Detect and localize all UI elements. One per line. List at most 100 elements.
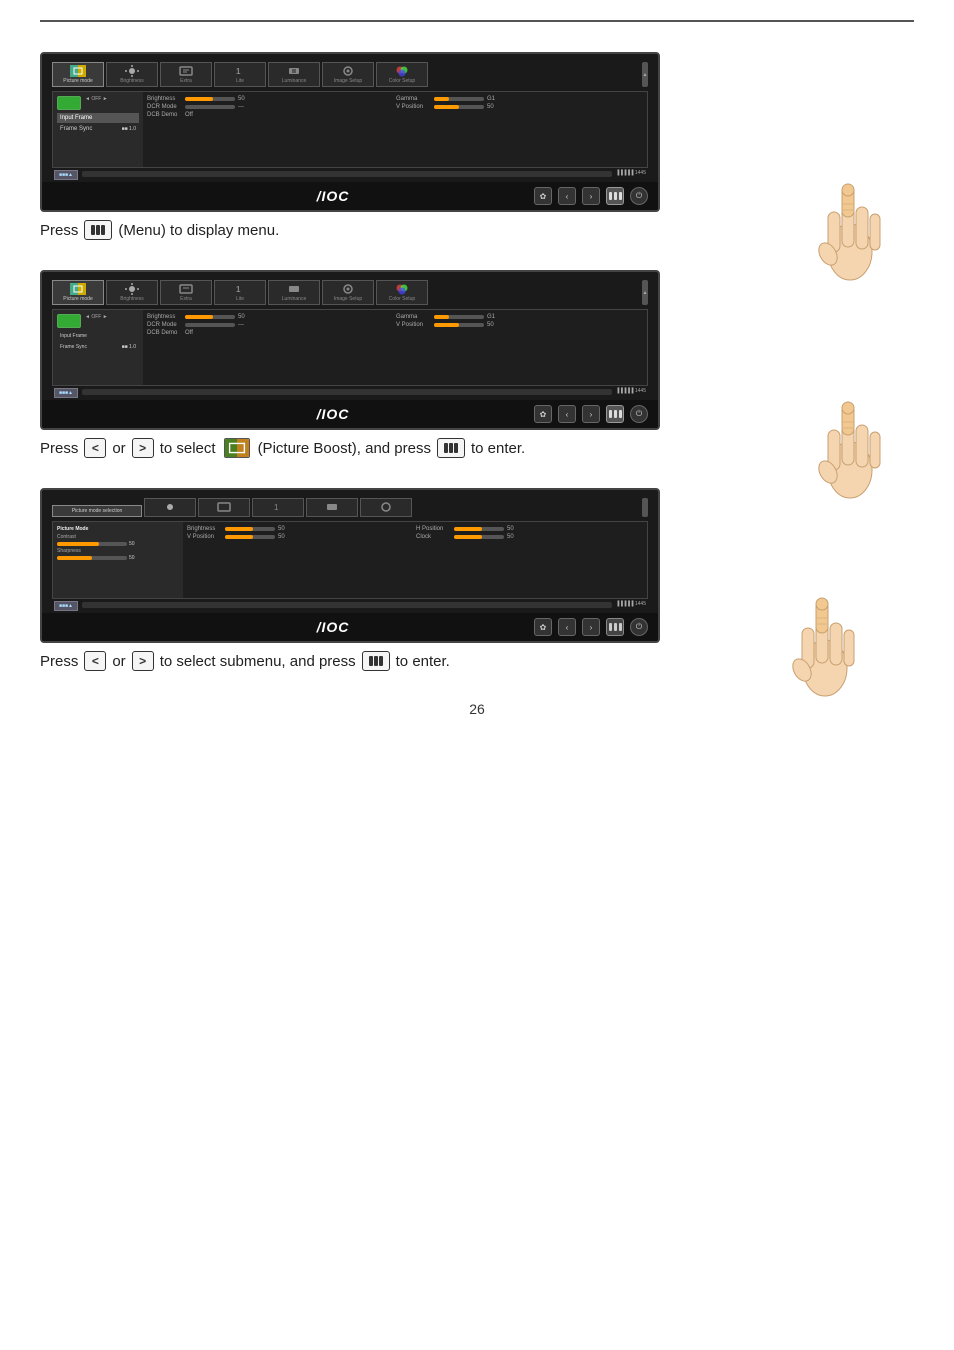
osd-tab2-extra: Extra	[160, 280, 212, 305]
osd-tab-image-setup: Image Setup	[322, 62, 374, 87]
monitor-screen-2: Picture mode Brightness Extra	[40, 270, 660, 430]
osd-tab-brightness: Brightness	[106, 62, 158, 87]
btn3-menu	[606, 618, 624, 636]
monitor-bottom-bar-2: /IOC ✿ ‹ › ⏻	[42, 400, 658, 428]
color-setup-tab-icon	[394, 65, 410, 77]
osd-tabs-2: Picture mode Brightness Extra	[52, 280, 648, 305]
osd-tab3-e	[306, 498, 358, 517]
osd-tab2-brightness: Brightness	[106, 280, 158, 305]
osd-tab3-b	[144, 498, 196, 517]
osd-left-input-frame: Input Frame	[57, 113, 139, 123]
osd-tab3-picture-mode: Picture mode selection	[52, 505, 142, 517]
monitor-wrapper-2: Picture mode Brightness Extra	[40, 270, 920, 430]
osd-left-panel-1: ◄ OFF ► Input Frame Frame Sync ■■ 1.0	[53, 92, 143, 167]
btn2-menu	[606, 405, 624, 423]
inst2-picture-boost-label: (Picture Boost), and press	[258, 440, 431, 457]
monitor-buttons-2: ✿ ‹ › ⏻	[534, 405, 648, 423]
osd-menu-2: Picture mode Brightness Extra	[52, 280, 648, 398]
monitor-wrapper-1: Picture mode	[40, 52, 920, 212]
btn-right: ›	[582, 187, 600, 205]
osd-tab-color-setup: Color Setup	[376, 62, 428, 87]
inst3-to-enter: to enter.	[396, 653, 450, 670]
monitor-bottom-bar-3: /IOC ✿ ‹ › ⏻	[42, 613, 658, 641]
top-divider	[40, 20, 914, 22]
btn2-right: ›	[582, 405, 600, 423]
btn-menu	[606, 187, 624, 205]
osd-tab2-lite: 1 Lite	[214, 280, 266, 305]
inst1-press: Press	[40, 222, 78, 239]
inst2-to-select: to select	[160, 440, 216, 457]
picture-mode-icon-2	[70, 283, 86, 295]
osd-content-1: ◄ OFF ► Input Frame Frame Sync ■■ 1.0	[52, 91, 648, 168]
less-than-key-2: <	[84, 651, 106, 671]
monitor-buttons-1: ✿ ‹ › ⏻	[534, 187, 648, 205]
lite-tab-icon: 1	[232, 65, 248, 77]
section-3: Picture mode selection 1	[40, 488, 914, 671]
greater-than-key-1: >	[132, 438, 154, 458]
aoc-logo-3: /IOC	[317, 619, 350, 635]
section-1: Picture mode	[40, 52, 914, 240]
btn2-left: ‹	[558, 405, 576, 423]
monitor-screen-1: Picture mode	[40, 52, 660, 212]
osd-left-frame-sync: Frame Sync ■■ 1.0	[57, 124, 139, 134]
btn-power: ⏻	[630, 187, 648, 205]
greater-than-key-2: >	[132, 651, 154, 671]
inst2-to-enter: to enter.	[471, 440, 525, 457]
osd-tab2-picture-mode: Picture mode	[52, 280, 104, 305]
osd-tab-lite: 1 Lite	[214, 62, 266, 87]
osd-left-panel-3: Picture Mode Contrast 50 Sharpness 50	[53, 522, 183, 598]
menu-key-2	[437, 438, 465, 458]
svg-text:1: 1	[236, 67, 241, 76]
monitor-bottom-bar-1: /IOC ✿ ‹ › ⏻	[42, 182, 658, 210]
osd-tab-extra: Extra	[160, 62, 212, 87]
osd-left-panel-2: ◄ OFF ► Input Frame Frame Sync■■ 1.0	[53, 310, 143, 385]
menu-key-1	[84, 220, 112, 240]
instruction-1: Press (Menu) to display menu.	[40, 220, 914, 240]
osd-tab2-color-setup: Color Setup	[376, 280, 428, 305]
inst2-press: Press	[40, 440, 78, 457]
osd-tabs-1: Picture mode	[52, 62, 648, 87]
svg-text:1: 1	[274, 503, 279, 512]
btn-eco: ✿	[534, 187, 552, 205]
picture-mode-icon	[70, 65, 86, 77]
osd-content-3: Picture Mode Contrast 50 Sharpness 50	[52, 521, 648, 599]
monitor-screen-3: Picture mode selection 1	[40, 488, 660, 643]
aoc-logo-2: /IOC	[317, 406, 350, 422]
osd-tab3-f	[360, 498, 412, 517]
hand-cursor-2	[810, 390, 890, 500]
inst3-or: or	[112, 653, 125, 670]
osd-right-panel-1: Brightness50 DCR Mode--- DCB DemoOff Gam…	[143, 92, 647, 167]
osd-menu-1: Picture mode	[52, 62, 648, 180]
svg-text:1: 1	[236, 285, 241, 294]
btn3-eco: ✿	[534, 618, 552, 636]
extra-tab-icon	[178, 65, 194, 77]
osd-left2-frame-sync: Frame Sync■■ 1.0	[57, 342, 139, 352]
osd-content-2: ◄ OFF ► Input Frame Frame Sync■■ 1.0 Bri…	[52, 309, 648, 386]
btn2-power: ⏻	[630, 405, 648, 423]
section-2: Picture mode Brightness Extra	[40, 270, 914, 458]
osd-tab2-luminance: Luminance	[268, 280, 320, 305]
osd-tab-luminance: Luminance	[268, 62, 320, 87]
menu-key-3	[362, 651, 390, 671]
btn2-eco: ✿	[534, 405, 552, 423]
osd-right-panel-2: Brightness50 DCR Mode--- DCB DemoOff Gam…	[143, 310, 647, 385]
less-than-key-1: <	[84, 438, 106, 458]
btn3-power: ⏻	[630, 618, 648, 636]
hand-cursor-3	[780, 588, 870, 718]
aoc-logo-1: /IOC	[317, 188, 350, 204]
inst2-or1: or	[112, 440, 125, 457]
btn3-right: ›	[582, 618, 600, 636]
monitor-wrapper-3: Picture mode selection 1	[40, 488, 920, 643]
brightness-tab-icon-2	[124, 283, 140, 295]
picture-boost-inline-icon	[224, 438, 250, 458]
osd-tab3-c	[198, 498, 250, 517]
inst3-to-select-sub: to select submenu, and press	[160, 653, 356, 670]
osd-left2-input-frame: Input Frame	[57, 331, 139, 341]
monitor-buttons-3: ✿ ‹ › ⏻	[534, 618, 648, 636]
osd-tab2-image-setup: Image Setup	[322, 280, 374, 305]
osd-tabs-3: Picture mode selection 1	[52, 498, 648, 517]
inst3-press: Press	[40, 653, 78, 670]
osd-tab3-d: 1	[252, 498, 304, 517]
page-container: Picture mode	[0, 0, 954, 1350]
osd-right-panel-3: Brightness50 V Position50 H Position50 C…	[183, 522, 647, 598]
